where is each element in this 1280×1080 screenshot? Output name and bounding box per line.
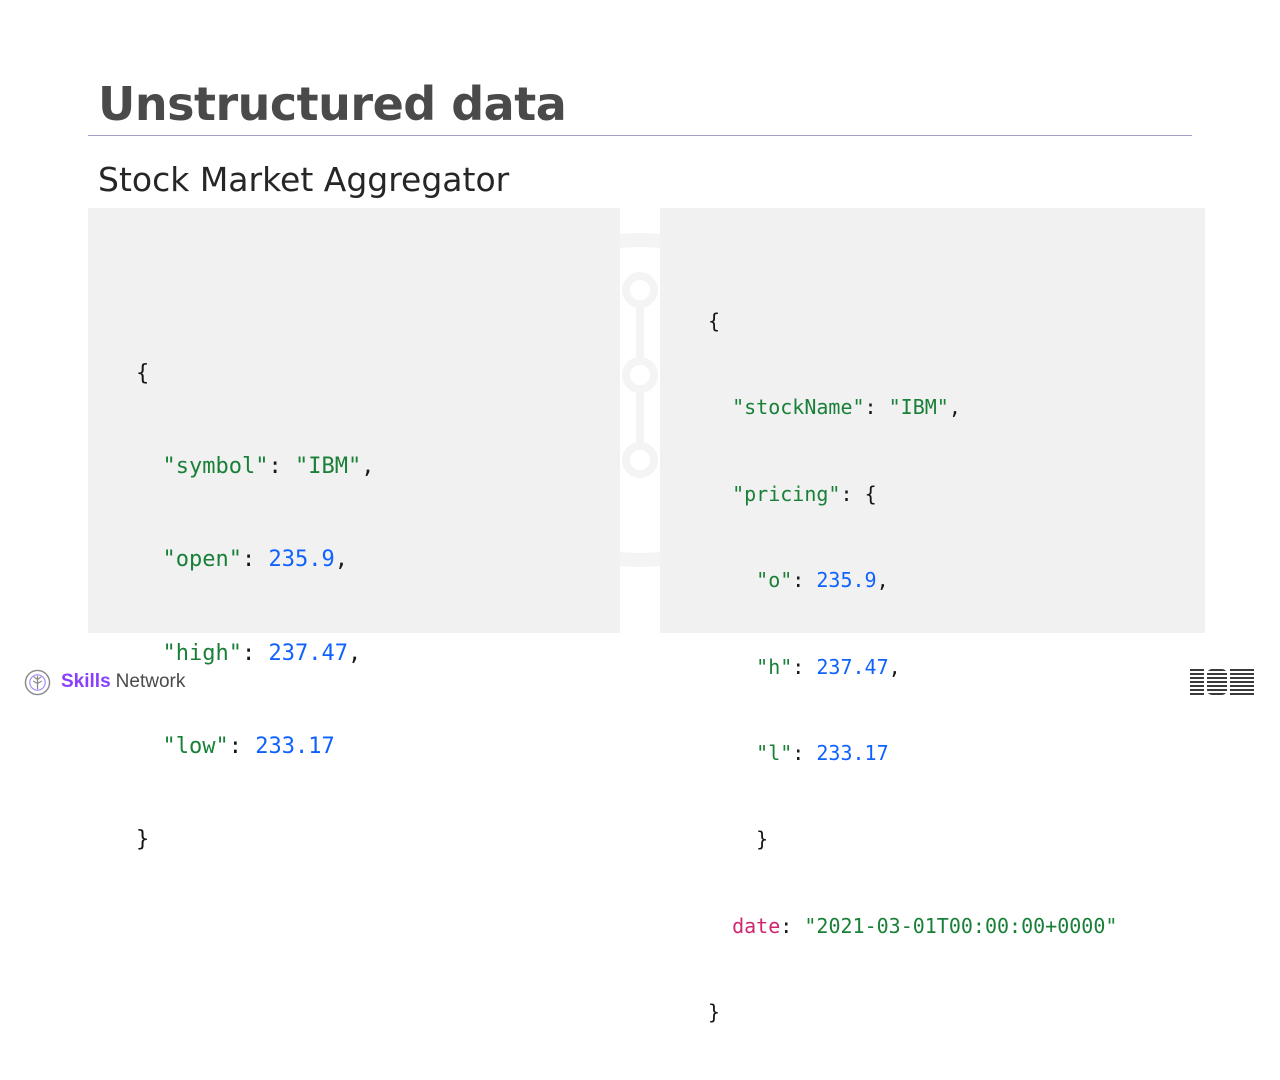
json-key: "pricing" — [732, 481, 841, 506]
json-value: 233.17 — [255, 733, 335, 759]
code-line: } — [136, 818, 374, 861]
code-line: { — [708, 302, 1117, 340]
json-value: "2021-03-01T00:00:00+0000" — [804, 913, 1118, 938]
json-key: "open" — [162, 547, 242, 573]
json-comma: , — [948, 395, 961, 420]
code-line: "open": 235.9, — [136, 538, 374, 581]
json-separator: : — [792, 654, 817, 679]
left-json-block: { "symbol": "IBM", "open": 235.9, "high"… — [136, 302, 374, 911]
json-value: 233.17 — [816, 740, 889, 765]
page-subtitle: Stock Market Aggregator — [98, 160, 510, 199]
json-separator: : — [228, 733, 256, 759]
ibm-logo — [1190, 669, 1254, 695]
close-brace: } — [708, 1000, 721, 1025]
page-title: Unstructured data — [98, 77, 567, 131]
json-value: 237.47 — [816, 654, 889, 679]
nested-close-brace: } — [756, 827, 769, 852]
open-brace: { — [136, 361, 150, 386]
skills-network-icon — [24, 669, 51, 695]
json-value: "IBM" — [888, 395, 949, 420]
code-line: "low": 233.17 — [136, 725, 374, 768]
json-comma: , — [334, 547, 348, 573]
brand-name-rest: Network — [115, 671, 186, 692]
json-value: 235.9 — [816, 568, 877, 593]
nested-open-brace: { — [864, 481, 877, 506]
json-value: 237.47 — [268, 640, 348, 666]
json-comma: , — [361, 454, 375, 480]
code-line: { — [136, 352, 374, 395]
json-key: "o" — [756, 568, 793, 593]
code-line: } — [708, 993, 1117, 1031]
code-line: "o": 235.9, — [708, 561, 1117, 599]
right-code-panel: { "stockName": "IBM", "pricing": { "o": … — [660, 208, 1205, 1024]
json-comma: , — [888, 654, 901, 679]
json-separator: : — [780, 913, 805, 938]
code-line: "l": 233.17 — [708, 734, 1117, 772]
left-code-panel: { "symbol": "IBM", "open": 235.9, "high"… — [88, 208, 620, 852]
json-key: "stockName" — [732, 395, 865, 420]
close-brace: } — [136, 826, 150, 852]
skills-network-logo: Skills Network — [24, 668, 185, 696]
code-line: date: "2021-03-01T00:00:00+0000" — [708, 907, 1117, 945]
json-key: "l" — [756, 740, 793, 765]
json-comma: , — [347, 640, 362, 666]
code-line: "stockName": "IBM", — [708, 388, 1117, 426]
json-key: "h" — [756, 654, 793, 679]
brand-name-bold: Skills — [61, 671, 111, 692]
code-line: "h": 237.47, — [708, 648, 1117, 686]
title-divider — [88, 135, 1192, 136]
json-separator: : — [792, 568, 817, 593]
code-line: "pricing": { — [708, 475, 1117, 513]
open-brace: { — [708, 309, 721, 333]
json-separator: : — [241, 640, 269, 666]
code-line: "symbol": "IBM", — [136, 445, 375, 488]
json-key: date — [732, 913, 781, 938]
json-separator: : — [268, 454, 295, 480]
json-value: "IBM" — [294, 454, 362, 480]
json-key: "symbol" — [162, 454, 269, 480]
right-json-block: { "stockName": "IBM", "pricing": { "o": … — [708, 254, 1117, 1080]
code-line: } — [708, 820, 1117, 858]
json-comma: , — [876, 568, 889, 593]
json-value: 235.9 — [268, 547, 335, 573]
json-separator: : — [241, 547, 269, 573]
json-separator: : — [840, 481, 865, 506]
json-key: "low" — [162, 733, 229, 759]
json-separator: : — [864, 395, 889, 420]
json-separator: : — [792, 740, 817, 765]
json-key: "high" — [162, 640, 242, 666]
